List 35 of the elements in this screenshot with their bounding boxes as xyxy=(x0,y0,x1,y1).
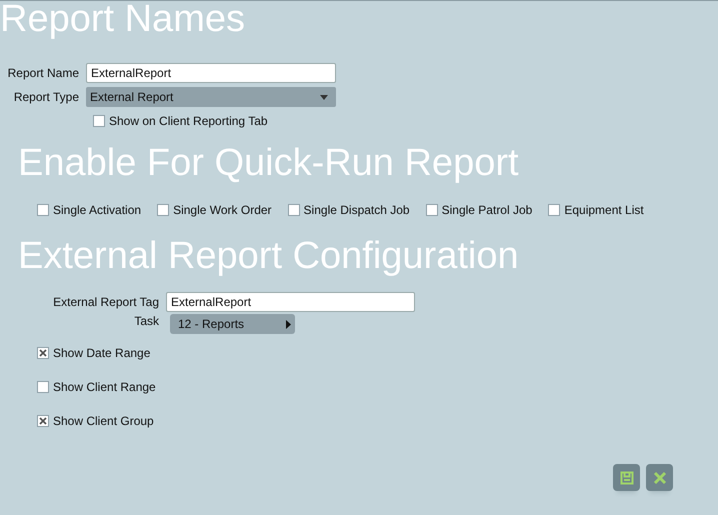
checkbox[interactable] xyxy=(37,347,49,359)
checkbox-label: Show Client Group xyxy=(53,414,154,428)
section-heading: Report Names xyxy=(0,1,246,41)
checkbox-label: Show Client Range xyxy=(53,380,156,394)
field-label: Task xyxy=(133,314,160,328)
close-button[interactable] xyxy=(646,464,673,491)
checkbox[interactable] xyxy=(548,204,560,216)
save-button[interactable] xyxy=(613,464,640,491)
checkbox-label: Single Patrol Job xyxy=(442,203,532,217)
checkbox[interactable] xyxy=(37,381,49,393)
checkbox[interactable] xyxy=(37,204,49,216)
caret-icon xyxy=(320,94,328,100)
dropdown[interactable]: External Report xyxy=(86,87,336,107)
checkbox[interactable] xyxy=(93,115,105,127)
checkbox-label: Single Dispatch Job xyxy=(304,203,410,217)
checkbox-label: Show on Client Reporting Tab xyxy=(109,114,268,128)
checkbox[interactable] xyxy=(37,415,49,427)
dropdown[interactable]: 12 - Reports xyxy=(170,314,295,334)
field-label: Report Name xyxy=(6,66,80,80)
section-heading: External Report Configuration xyxy=(18,236,520,276)
input-field[interactable]: ExternalReport xyxy=(86,63,336,83)
checkbox-label: Single Work Order xyxy=(173,203,272,217)
close-icon xyxy=(652,470,666,484)
field-label: External Report Tag xyxy=(52,295,160,309)
field-label: Report Type xyxy=(12,90,80,104)
checkbox-label: Equipment List xyxy=(564,203,644,217)
checkbox-label: Show Date Range xyxy=(53,346,150,360)
caret-icon xyxy=(286,320,291,328)
input-field[interactable]: ExternalReport xyxy=(166,292,415,312)
checkbox[interactable] xyxy=(288,204,300,216)
checkbox-label: Single Activation xyxy=(53,203,142,217)
checkbox[interactable] xyxy=(426,204,438,216)
section-heading: Enable For Quick-Run Report xyxy=(18,143,520,183)
checkbox[interactable] xyxy=(157,204,170,216)
save-icon xyxy=(620,470,634,484)
